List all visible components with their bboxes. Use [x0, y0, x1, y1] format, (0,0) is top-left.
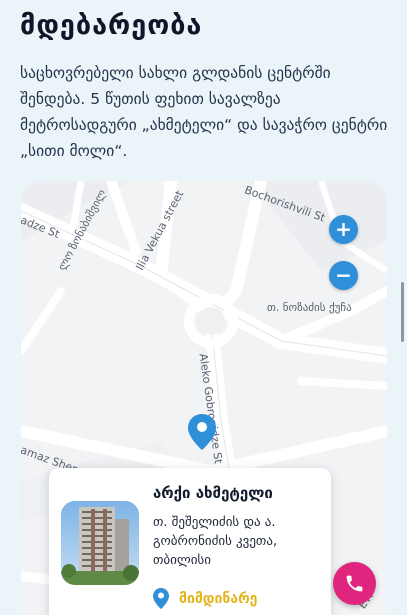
call-button[interactable] [333, 562, 376, 605]
location-map[interactable]: adze St ლო ზონაბიშვილ Ilia Vekua street … [21, 181, 387, 615]
phone-icon [346, 575, 363, 592]
project-address: თ. შეშელიძის და ა. გობრონიძის კვეთა, თბი… [153, 515, 278, 568]
project-title: არქი ახმეტელი [153, 484, 273, 502]
page-scrollbar[interactable] [401, 282, 404, 342]
section-description: საცხოვრებელი სახლი გლდანის ცენტრში შენდე… [20, 64, 388, 160]
zoom-in-button[interactable]: + [329, 215, 358, 244]
zoom-out-button[interactable]: − [329, 261, 358, 290]
street-label: თ. ნოზაძის ქუჩა [267, 301, 352, 314]
project-card[interactable]: არქი ახმეტელი თ. შეშელიძის და ა. გობრონი… [49, 468, 331, 615]
section-title: მდებარეობა [20, 10, 203, 41]
project-building-image [61, 501, 139, 585]
status-label: მიმდინარე [179, 591, 258, 607]
